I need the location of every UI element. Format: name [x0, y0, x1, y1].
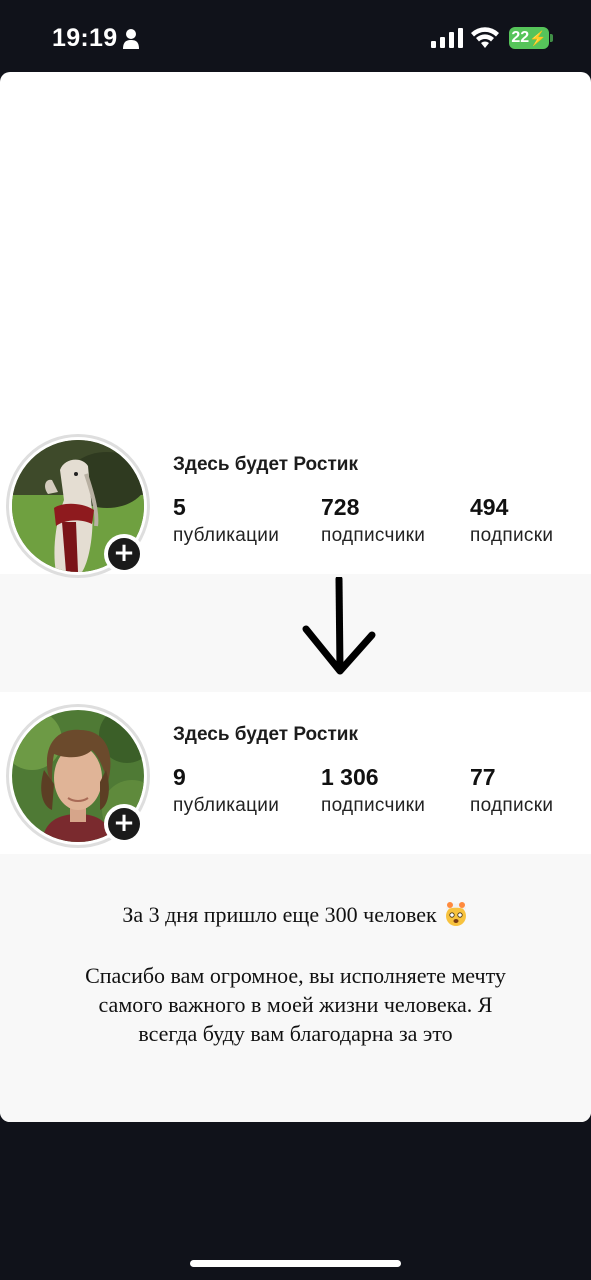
caption-line: всегда буду вам благодарна за это: [138, 1021, 453, 1046]
story-card: + Здесь будет Ростик 5 публикации 728 по…: [0, 72, 591, 1122]
stat-label: подписки: [470, 525, 554, 546]
caption-text: За 3 дня пришло еще 300 человек: [122, 902, 437, 927]
plus-icon: +: [108, 538, 140, 570]
stat-label: подписчики: [321, 525, 426, 546]
stat-followers[interactable]: 1 306 подписчики: [321, 764, 425, 817]
battery-level: 22: [511, 29, 530, 46]
stat-value: 1 306: [321, 764, 379, 790]
stat-value: 77: [470, 764, 496, 790]
caption-line: самого важного в моей жизни человека. Я: [98, 992, 493, 1017]
down-arrow-icon: [302, 577, 376, 675]
story-caption: За 3 дня пришло еще 300 человек Спасибо …: [0, 900, 591, 1048]
stat-posts[interactable]: 5 публикации: [173, 494, 279, 547]
home-indicator[interactable]: [190, 1260, 401, 1267]
plus-icon: +: [108, 808, 140, 840]
battery-icon: 22 ⚡: [509, 27, 549, 49]
status-time: 19:19: [52, 24, 118, 52]
profile-username: Здесь будет Ростик: [173, 724, 358, 745]
profile-username: Здесь будет Ростик: [173, 454, 358, 475]
person-icon: [123, 29, 139, 49]
profile-header-after: + Здесь будет Ростик 9 публикации 1 306 …: [0, 702, 591, 852]
stat-value: 9: [173, 764, 186, 790]
stat-label: публикации: [173, 795, 280, 816]
stat-label: публикации: [173, 525, 280, 546]
stat-value: 5: [173, 494, 186, 520]
stat-value: 728: [321, 494, 360, 520]
charging-bolt-icon: ⚡: [529, 29, 547, 46]
exploding-head-emoji-icon: [445, 902, 466, 926]
stat-followers[interactable]: 728 подписчики: [321, 494, 425, 547]
battery-tip: [550, 34, 553, 42]
stat-value: 494: [470, 494, 509, 520]
caption-line: Спасибо вам огромное, вы исполняете мечт…: [85, 963, 506, 988]
caption-line: За 3 дня пришло еще 300 человек: [0, 900, 591, 929]
status-bar: 19:19 22 ⚡: [0, 0, 591, 72]
signal-icon: [431, 28, 463, 48]
stat-posts[interactable]: 9 публикации: [173, 764, 279, 817]
wifi-icon: [471, 27, 499, 48]
stat-label: подписчики: [321, 795, 426, 816]
stat-following[interactable]: 77 подписки: [470, 764, 553, 817]
add-story-button[interactable]: +: [104, 804, 144, 844]
stat-label: подписки: [470, 795, 554, 816]
profile-header-before: + Здесь будет Ростик 5 публикации 728 по…: [0, 432, 591, 582]
add-story-button[interactable]: +: [104, 534, 144, 574]
stat-following[interactable]: 494 подписки: [470, 494, 553, 547]
divider-band: [0, 574, 591, 692]
